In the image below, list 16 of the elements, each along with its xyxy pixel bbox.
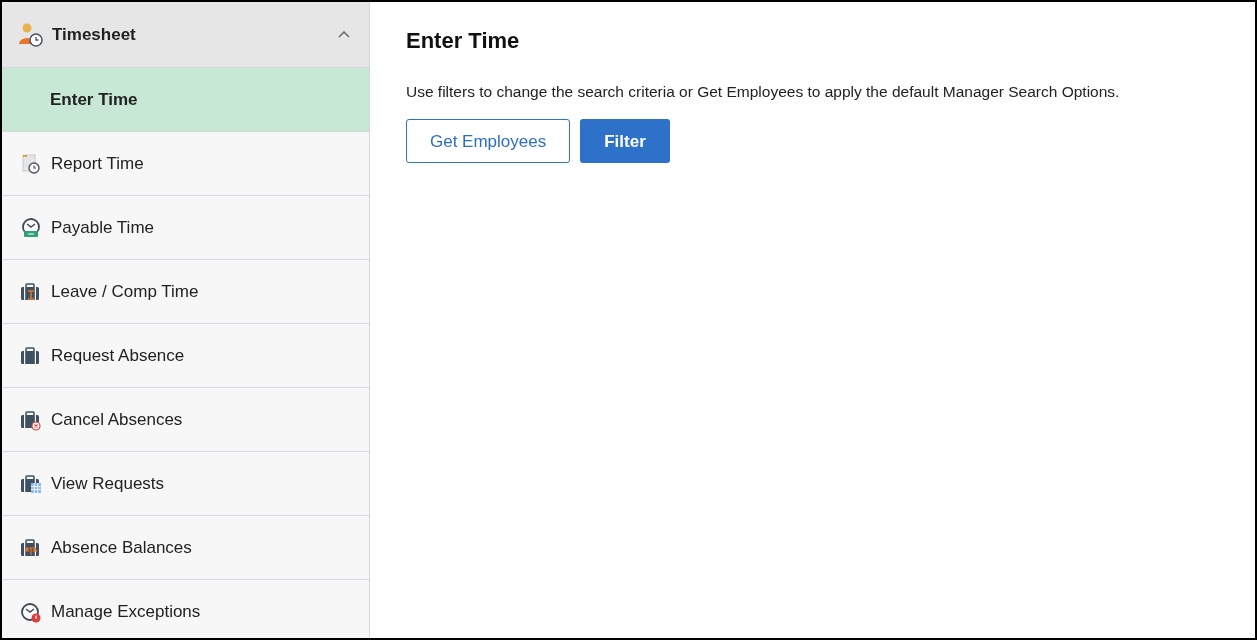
get-employees-button[interactable]: Get Employees xyxy=(406,119,571,164)
person-clock-icon xyxy=(18,22,44,47)
chevron-icon xyxy=(337,29,351,40)
briefcase-icon xyxy=(20,344,42,367)
briefcase-cancel-icon xyxy=(20,408,42,431)
timesheet-header[interactable]: Timesheet xyxy=(2,2,369,68)
briefcase-calendar-icon xyxy=(20,472,42,495)
filter-button[interactable]: Filter xyxy=(580,119,670,164)
document-clock-icon xyxy=(20,152,42,175)
description-text: Use filters to change the search criteria or Get Employees to apply the default Manager Search Options. xyxy=(406,82,1121,102)
briefcase-scale-icon xyxy=(20,280,42,303)
briefcase-scale-icon xyxy=(20,536,42,559)
sidebar-item[interactable]: Enter Time xyxy=(2,68,369,132)
page-title: Enter Time xyxy=(406,27,521,55)
clock-alert-icon xyxy=(20,600,42,623)
clock-money-icon xyxy=(20,216,42,239)
